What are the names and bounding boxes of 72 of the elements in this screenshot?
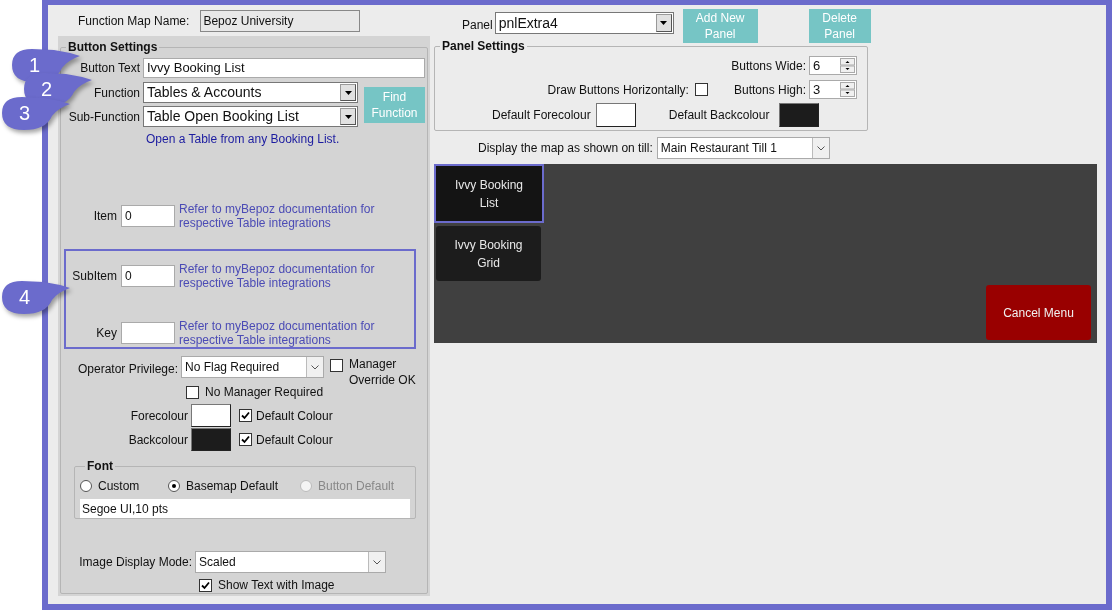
caret-icon <box>344 114 352 119</box>
cancel-menu-button[interactable]: Cancel Menu <box>986 285 1091 340</box>
field-label: Backcolour <box>127 431 189 449</box>
spinner-field[interactable]: 6 <box>809 56 857 75</box>
field-label: Draw Buttons Horizontally: <box>547 81 689 99</box>
input-field[interactable]: 0 <box>121 265 175 287</box>
radio-label: Button Default <box>318 478 395 495</box>
dropdown-arrow-button[interactable] <box>340 84 356 101</box>
spinner-field[interactable]: 3 <box>809 80 857 99</box>
callout-badge: 4 <box>0 278 70 316</box>
field-label: Image Display Mode: <box>78 554 193 571</box>
checkbox[interactable] <box>239 409 252 422</box>
radio-button[interactable] <box>168 480 180 492</box>
field-label: Default Forecolour <box>492 107 591 124</box>
dropdown[interactable]: Table Open Booking List <box>143 106 358 127</box>
field-label: Buttons High: <box>733 81 806 99</box>
help-text: Refer to myBepoz documentation for respective Table integrations <box>179 319 376 347</box>
help-text: Refer to myBepoz documentation for respective Table integrations <box>179 202 376 230</box>
chevron-down-icon <box>311 364 319 370</box>
checkbox[interactable] <box>186 385 199 399</box>
radio-label: Basemap Default <box>186 478 279 495</box>
chevron-down-icon <box>816 145 825 151</box>
input-field[interactable]: 0 <box>121 205 175 227</box>
colour-swatch[interactable] <box>191 428 231 451</box>
checkbox[interactable] <box>330 359 343 372</box>
field-label: Display the map as shown on till: <box>478 140 653 157</box>
dropdown[interactable]: Scaled <box>195 551 386 573</box>
input-field[interactable] <box>121 322 175 344</box>
font-field: Segoe UI,10 pts <box>80 499 410 518</box>
radio-button[interactable] <box>80 480 92 492</box>
till-button[interactable]: Ivvy Booking List <box>434 164 544 223</box>
colour-swatch[interactable] <box>595 103 636 127</box>
field-label: Sub-Function <box>67 108 140 126</box>
group-title: Panel Settings <box>441 38 526 55</box>
field-label: Operator Privilege: <box>76 361 178 378</box>
checkbox-label: Default Colour <box>256 407 333 425</box>
checkbox-label: No Manager Required <box>205 384 324 401</box>
field-label: Function Map Name: <box>78 13 190 30</box>
field-label: Buttons Wide: <box>731 57 806 75</box>
caret-icon <box>660 21 668 25</box>
checkbox-label: Show Text with Image <box>218 577 335 594</box>
field-label: Default Backcolour <box>668 107 770 124</box>
spin-arrows-icon <box>840 82 855 97</box>
dropdown-arrow-button[interactable] <box>655 14 672 32</box>
checkbox-label: Default Colour <box>256 431 333 449</box>
field-label: Item <box>92 208 118 225</box>
field-label: SubItem <box>71 268 118 285</box>
spin-arrows-icon <box>840 58 855 73</box>
checkbox[interactable] <box>239 433 252 446</box>
field-label: Function <box>92 84 140 102</box>
group-title: Font <box>86 458 114 475</box>
description-text: Open a Table from any Booking List. <box>146 131 341 148</box>
checkbox[interactable] <box>199 578 212 592</box>
till-button[interactable]: Ivvy Booking Grid <box>436 226 541 281</box>
field-label: Panel <box>462 17 493 34</box>
caret-icon <box>344 90 352 95</box>
dropdown[interactable]: pnlExtra4 <box>494 12 674 34</box>
colour-swatch[interactable] <box>191 404 231 427</box>
radio-label: Custom <box>98 478 140 495</box>
field-label: Key <box>95 325 118 342</box>
dropdown[interactable]: Main Restaurant Till 1 <box>656 137 830 159</box>
input-field: Bepoz University <box>200 10 361 32</box>
help-text: Refer to myBepoz documentation for respective Table integrations <box>179 262 376 290</box>
dropdown[interactable]: Tables & Accounts <box>143 82 358 103</box>
dropdown-arrow-button[interactable] <box>340 108 356 125</box>
colour-swatch[interactable] <box>779 103 820 127</box>
checkbox[interactable] <box>694 83 708 96</box>
field-label: Forecolour <box>129 407 189 425</box>
dropdown[interactable]: No Flag Required <box>181 356 324 378</box>
input-field[interactable]: Ivvy Booking List <box>143 58 425 78</box>
chevron-down-icon <box>373 559 381 565</box>
checkbox-label: Manager Override OK <box>349 356 417 388</box>
